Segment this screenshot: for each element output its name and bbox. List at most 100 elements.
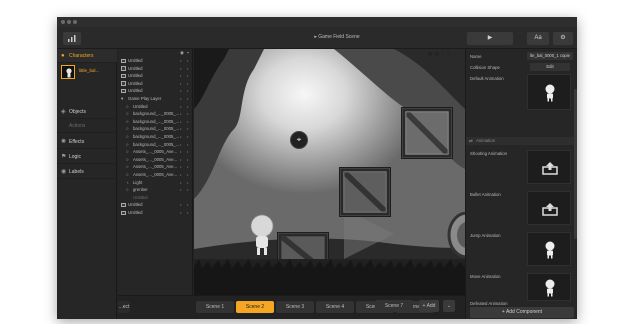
- layer-row[interactable]: Untitled • •: [118, 209, 193, 217]
- lock-toggle-icon[interactable]: •: [187, 201, 188, 209]
- visibility-toggle-icon[interactable]: •: [180, 80, 181, 88]
- lock-toggle-icon[interactable]: •: [187, 103, 188, 111]
- layer-row[interactable]: ○ background_..._0005_... • •: [118, 118, 193, 126]
- layer-row[interactable]: ○ Assets_..._0005_Ave... • •: [118, 163, 193, 171]
- settings-button[interactable]: ⚙: [553, 32, 573, 45]
- chevron-down-icon[interactable]: ▾: [121, 95, 123, 103]
- layer-row[interactable]: ○ Untitled • •: [118, 103, 193, 111]
- text-style-button[interactable]: Aa: [527, 32, 549, 45]
- lock-toggle-icon[interactable]: •: [187, 148, 188, 156]
- shooting-animation-slot[interactable]: [527, 150, 571, 184]
- lock-toggle-icon[interactable]: •: [187, 95, 188, 103]
- lock-toggle-icon[interactable]: •: [187, 65, 188, 73]
- character-item[interactable]: little_bal...: [61, 63, 113, 81]
- layer-row[interactable]: Untitled • •: [118, 80, 193, 88]
- close-window-dot[interactable]: [61, 20, 65, 24]
- category-logic[interactable]: ⚑ Logic: [57, 150, 117, 164]
- layer-row[interactable]: ♁ Light • •: [118, 179, 193, 187]
- collision-edit-button[interactable]: Edit: [530, 63, 570, 71]
- minimize-window-dot[interactable]: [67, 20, 71, 24]
- visibility-toggle-icon[interactable]: •: [180, 179, 181, 187]
- lock-toggle-icon[interactable]: •: [187, 133, 188, 141]
- layer-row[interactable]: ○ grenber • •: [118, 186, 193, 194]
- visibility-toggle-icon[interactable]: •: [180, 95, 181, 103]
- layer-row[interactable]: ○ background_..._0005_... • •: [118, 141, 193, 149]
- category-effects[interactable]: ✺ Effects: [57, 135, 117, 149]
- visibility-toggle-icon[interactable]: •: [180, 163, 181, 171]
- layer-row[interactable]: ○ background_..._0005_... • •: [118, 133, 193, 141]
- maximize-window-dot[interactable]: [73, 20, 77, 24]
- lock-toggle-icon[interactable]: •: [187, 80, 188, 88]
- layer-checkbox[interactable]: [121, 66, 126, 71]
- layer-checkbox[interactable]: [121, 210, 126, 215]
- visibility-toggle-icon[interactable]: •: [180, 72, 181, 80]
- category-characters[interactable]: ● Characters: [57, 49, 117, 63]
- lock-toggle-icon[interactable]: •: [187, 179, 188, 187]
- layer-checkbox[interactable]: [121, 88, 126, 94]
- visibility-toggle-icon[interactable]: •: [180, 125, 181, 133]
- lock-toggle-icon[interactable]: •: [187, 57, 188, 65]
- wheel-object[interactable]: [447, 212, 465, 258]
- layer-row[interactable]: ○ background_..._0005_... • •: [118, 125, 193, 133]
- move-animation-slot[interactable]: [527, 273, 571, 301]
- jump-animation-slot[interactable]: [527, 232, 571, 266]
- visibility-toggle-icon[interactable]: •: [180, 186, 181, 194]
- lock-icon[interactable]: ▣: [434, 51, 441, 57]
- animation-section-header[interactable]: ⇄ Animation: [466, 137, 577, 145]
- layer-checkbox[interactable]: [121, 202, 126, 208]
- lock-toggle-icon[interactable]: •: [187, 186, 188, 194]
- layer-checkbox[interactable]: [121, 73, 126, 79]
- visibility-toggle-icon[interactable]: •: [180, 209, 181, 217]
- layer-checkbox[interactable]: [121, 81, 126, 86]
- layer-row[interactable]: Untitled • •: [118, 65, 193, 73]
- visibility-toggle-icon[interactable]: •: [180, 156, 181, 164]
- player-character[interactable]: [249, 212, 277, 256]
- visibility-toggle-icon[interactable]: •: [180, 148, 181, 156]
- layer-row[interactable]: Untitled • •: [118, 72, 193, 80]
- expand-icon[interactable]: ⤢: [453, 51, 459, 57]
- visibility-toggle-icon[interactable]: •: [180, 110, 181, 118]
- lock-toggle-icon[interactable]: •: [187, 171, 188, 179]
- layer-row[interactable]: ○ Assets_..._0005_Ave... • •: [118, 171, 193, 179]
- category-actions[interactable]: Actions: [57, 119, 117, 133]
- visibility-toggle-icon[interactable]: •: [180, 87, 181, 95]
- layer-checkbox[interactable]: [121, 58, 126, 63]
- scene-tab[interactable]: Scene 3: [276, 301, 314, 313]
- default-animation-slot[interactable]: [527, 74, 571, 110]
- layer-row[interactable]: Untitled: [118, 194, 193, 202]
- lock-toggle-icon[interactable]: •: [187, 141, 188, 149]
- scene-tab[interactable]: Scene 7: [375, 300, 413, 312]
- visibility-toggle-icon[interactable]: •: [180, 141, 181, 149]
- inspector-scrollbar[interactable]: [574, 89, 577, 239]
- scene-menu-button[interactable]: ⌄: [443, 300, 455, 312]
- add-scene-button[interactable]: + Add: [419, 300, 439, 312]
- category-labels[interactable]: ◉ Labels: [57, 165, 117, 179]
- light-pin-icon[interactable]: ⌖: [290, 131, 308, 149]
- add-component-button[interactable]: + Add Component: [470, 307, 574, 318]
- chart-button[interactable]: [63, 32, 81, 45]
- layer-row[interactable]: Untitled • •: [118, 57, 193, 65]
- crate-object[interactable]: [401, 107, 453, 159]
- layer-row[interactable]: Untitled • •: [118, 87, 193, 95]
- name-field[interactable]: lte_bal_0000_1 copie: [527, 52, 573, 60]
- lock-toggle-icon[interactable]: •: [187, 125, 188, 133]
- scene-tab[interactable]: Scene 4: [316, 301, 354, 313]
- scene-tab-active[interactable]: Scene 2: [236, 301, 274, 313]
- visibility-toggle-icon[interactable]: •: [180, 118, 181, 126]
- lock-toggle-icon[interactable]: •: [187, 118, 188, 126]
- lock-toggle-icon[interactable]: •: [187, 110, 188, 118]
- crate-object[interactable]: [339, 167, 391, 217]
- layer-row[interactable]: ○ Assets_..._0005_Ave... • •: [118, 148, 193, 156]
- lock-toggle-icon[interactable]: •: [187, 163, 188, 171]
- play-button[interactable]: ▶: [467, 32, 513, 45]
- scene-tab-project[interactable]: ...ect: [118, 301, 130, 313]
- visibility-toggle-icon[interactable]: •: [180, 133, 181, 141]
- layer-row[interactable]: ▾ Game Play Layer • •: [118, 95, 193, 103]
- visibility-toggle-icon[interactable]: •: [180, 201, 181, 209]
- lock-toggle-icon[interactable]: •: [187, 209, 188, 217]
- layer-row[interactable]: ○ background_..._0005_... • •: [118, 110, 193, 118]
- lock-toggle-icon[interactable]: •: [187, 72, 188, 80]
- visibility-toggle-icon[interactable]: •: [180, 103, 181, 111]
- visibility-toggle-icon[interactable]: •: [180, 57, 181, 65]
- layer-row[interactable]: ○ Assets_..._0005_Ave... • •: [118, 156, 193, 164]
